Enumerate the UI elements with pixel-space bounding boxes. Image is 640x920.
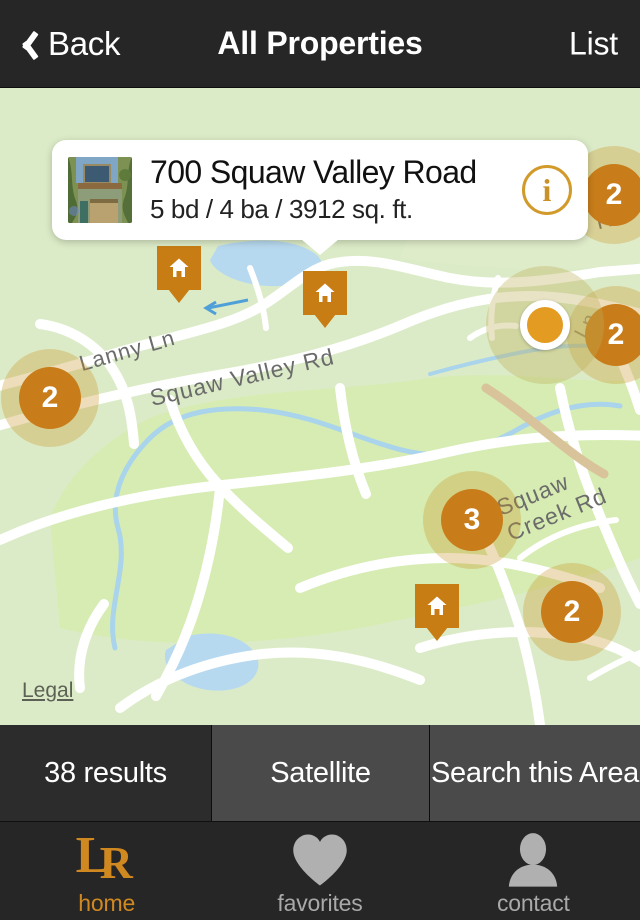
property-info-card[interactable]: 700 Squaw Valley Road 5 bd / 4 ba / 3912… bbox=[52, 140, 588, 240]
tab-contact-label: contact bbox=[496, 889, 570, 916]
tab-home[interactable]: LR home bbox=[0, 822, 213, 920]
tab-contact[interactable]: contact bbox=[427, 822, 640, 920]
cluster-count: 3 bbox=[441, 489, 503, 551]
satellite-toggle-button[interactable]: Satellite bbox=[212, 725, 430, 821]
map-property-pin[interactable] bbox=[303, 271, 347, 315]
back-button[interactable]: Back bbox=[0, 25, 120, 63]
house-pin-icon bbox=[157, 246, 201, 290]
cluster-count: 2 bbox=[583, 164, 640, 226]
tab-favorites[interactable]: favorites bbox=[213, 822, 426, 920]
selected-marker-dot bbox=[520, 300, 570, 350]
cluster-count: 2 bbox=[541, 581, 603, 643]
cluster-count: 2 bbox=[19, 367, 81, 429]
map-action-bar: 38 results Satellite Search this Area bbox=[0, 725, 640, 822]
back-button-label: Back bbox=[48, 24, 121, 62]
tab-favorites-label: favorites bbox=[277, 889, 363, 916]
map-cluster-marker[interactable]: 2 bbox=[1, 349, 99, 447]
map-property-pin[interactable] bbox=[157, 246, 201, 290]
list-view-button[interactable]: List bbox=[569, 25, 618, 62]
info-icon[interactable]: i bbox=[522, 165, 572, 215]
tab-home-label: home bbox=[78, 889, 136, 916]
results-count-button[interactable]: 38 results bbox=[0, 725, 212, 821]
header-bar: Back All Properties List bbox=[0, 0, 640, 88]
app-screen: Back All Properties List Lanny Ln Squaw … bbox=[0, 0, 640, 920]
chevron-left-icon bbox=[16, 27, 38, 61]
map-cluster-marker[interactable]: 2 bbox=[565, 146, 640, 244]
house-pin-icon bbox=[415, 584, 459, 628]
map-property-pin[interactable] bbox=[415, 584, 459, 628]
heart-icon bbox=[289, 832, 351, 888]
property-card-text: 700 Squaw Valley Road 5 bd / 4 ba / 3912… bbox=[132, 155, 522, 225]
map-cluster-marker[interactable]: 3 bbox=[423, 471, 521, 569]
search-this-area-button[interactable]: Search this Area bbox=[430, 725, 640, 821]
person-icon bbox=[504, 832, 562, 888]
property-details: 5 bd / 4 ba / 3912 sq. ft. bbox=[150, 193, 413, 224]
map-cluster-marker[interactable]: 2 bbox=[523, 563, 621, 661]
property-thumbnail bbox=[68, 157, 132, 223]
legal-link[interactable]: Legal bbox=[22, 679, 73, 703]
tab-bar: LR home favorites contact bbox=[0, 822, 640, 920]
lr-logo-icon: LR bbox=[75, 826, 133, 888]
house-pin-icon bbox=[303, 271, 347, 315]
map-selected-marker[interactable] bbox=[486, 266, 604, 384]
property-address: 700 Squaw Valley Road bbox=[150, 155, 477, 191]
